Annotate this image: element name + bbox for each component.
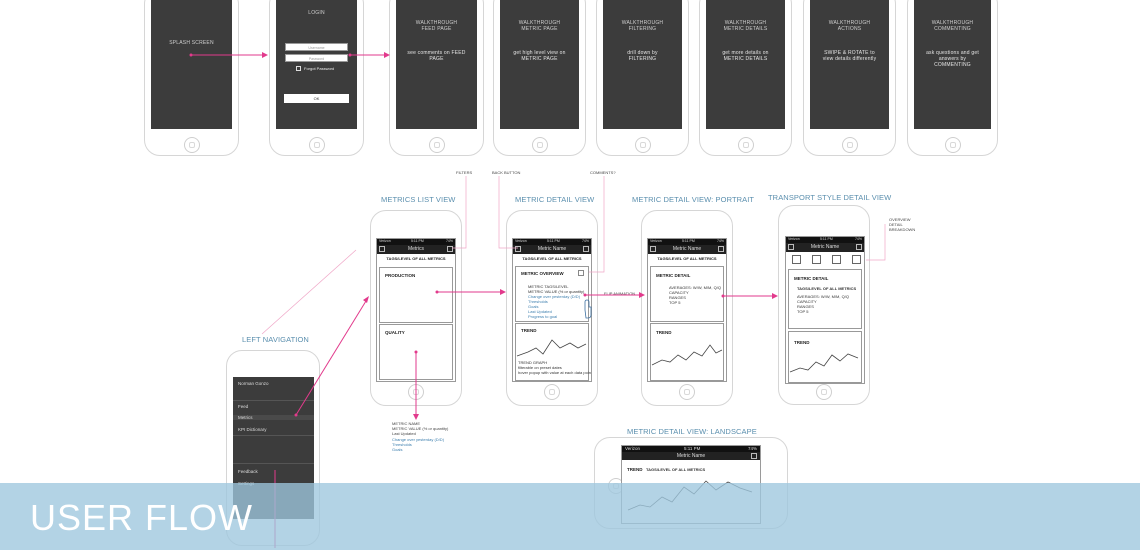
callout-line-leftnav xyxy=(261,249,357,335)
callout-line-overview xyxy=(866,224,886,261)
trend-sparkline-detail xyxy=(516,339,587,357)
flow-arrows xyxy=(189,52,886,548)
user-flow-banner: USER FLOW xyxy=(0,483,1140,550)
callout-line-filters xyxy=(452,176,467,249)
callout-line-comments xyxy=(589,176,605,273)
hand-cursor-icon xyxy=(584,299,592,319)
arrow-leftnav-list xyxy=(295,300,367,416)
callout-line-back xyxy=(498,176,518,249)
trend-sparkline-transport xyxy=(789,353,859,373)
banner-title: USER FLOW xyxy=(30,497,254,538)
trend-sparkline-portrait xyxy=(651,344,723,366)
